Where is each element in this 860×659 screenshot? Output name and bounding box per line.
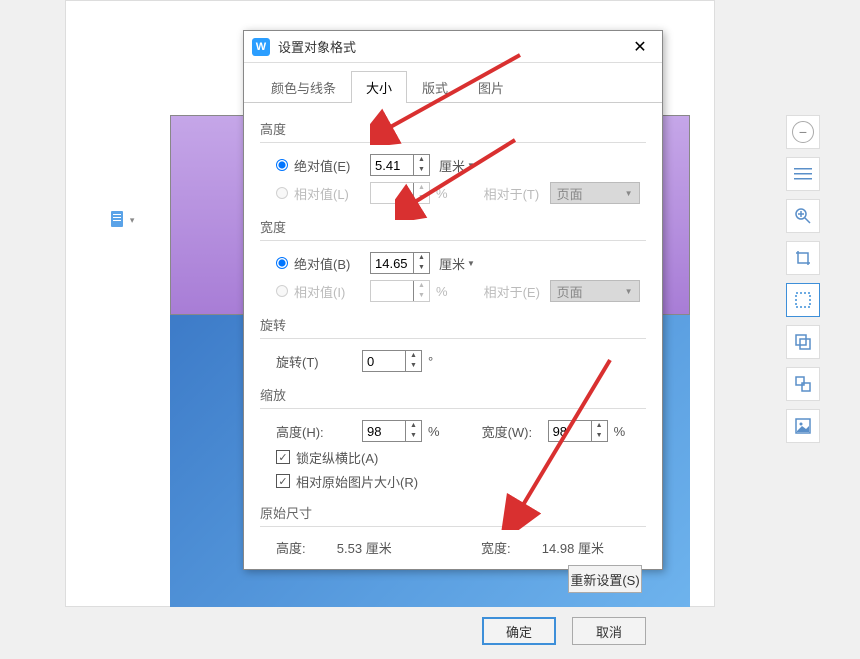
height-relative-input [371, 183, 413, 203]
scale-width-unit: % [614, 424, 626, 439]
height-unit-dropdown[interactable]: 厘米▼ [436, 155, 478, 176]
width-relative-unit: % [436, 284, 448, 299]
zoom-out-button[interactable]: − [786, 115, 820, 149]
spinner-down-icon[interactable]: ▼ [592, 431, 607, 441]
height-relative-spinner: ▲▼ [370, 182, 430, 204]
spinner-up-icon[interactable]: ▲ [414, 155, 429, 165]
image-button[interactable] [786, 409, 820, 443]
width-unit-dropdown[interactable]: 厘米▼ [436, 253, 478, 274]
group-icon [794, 375, 812, 393]
width-relative-input [371, 281, 413, 301]
tab-color[interactable]: 颜色与线条 [256, 71, 351, 103]
original-width-label: 宽度: [481, 538, 542, 557]
original-section-label: 原始尺寸 [260, 503, 646, 522]
copy-icon [794, 333, 812, 351]
width-absolute-spinner[interactable]: ▲▼ [370, 252, 430, 274]
height-absolute-radio[interactable] [276, 159, 288, 171]
width-relative-label: 相对值(I) [294, 282, 364, 301]
scale-height-label: 高度(H): [276, 422, 356, 441]
side-toolbar: − [786, 115, 820, 443]
original-height-label: 高度: [276, 538, 337, 557]
ok-button[interactable]: 确定 [482, 617, 556, 645]
zoom-in-button[interactable] [786, 199, 820, 233]
width-relative-spinner: ▲▼ [370, 280, 430, 302]
width-section-label: 宽度 [260, 217, 646, 236]
tab-bar: 颜色与线条 大小 版式 图片 [244, 63, 662, 103]
scale-width-input[interactable] [549, 421, 591, 441]
format-object-dialog: W 设置对象格式 ✕ 颜色与线条 大小 版式 图片 高度 绝对值(E) ▲▼ 厘… [243, 30, 663, 570]
height-relative-radio [276, 187, 288, 199]
rotation-label: 旋转(T) [276, 352, 356, 371]
rotation-unit: ° [428, 354, 433, 369]
width-relative-to-label: 相对于(E) [484, 282, 544, 301]
rotation-input[interactable] [363, 351, 405, 371]
scale-height-unit: % [428, 424, 440, 439]
reset-button[interactable]: 重新设置(S) [568, 565, 642, 593]
original-height-value: 5.53 厘米 [337, 538, 441, 557]
scale-width-label: 宽度(W): [482, 422, 542, 441]
paragraph-button[interactable] [786, 157, 820, 191]
paragraph-icon [794, 166, 812, 182]
titlebar: W 设置对象格式 ✕ [244, 31, 662, 63]
spinner-up-icon[interactable]: ▲ [406, 421, 421, 431]
copy-button[interactable] [786, 325, 820, 359]
height-section-label: 高度 [260, 119, 646, 138]
rotation-spinner[interactable]: ▲▼ [362, 350, 422, 372]
group-button[interactable] [786, 367, 820, 401]
height-absolute-label: 绝对值(E) [294, 156, 364, 175]
scale-section-label: 缩放 [260, 385, 646, 404]
magnifier-icon [794, 207, 812, 225]
height-absolute-input[interactable] [371, 155, 413, 175]
tab-picture[interactable]: 图片 [463, 71, 519, 103]
dialog-title: 设置对象格式 [278, 37, 626, 56]
width-absolute-input[interactable] [371, 253, 413, 273]
width-relative-to-select: 页面▼ [550, 280, 640, 302]
page-indicator[interactable]: ▾ [110, 210, 134, 228]
tab-layout[interactable]: 版式 [407, 71, 463, 103]
height-relative-unit: % [436, 186, 448, 201]
spinner-down-icon[interactable]: ▼ [406, 361, 421, 371]
original-width-value: 14.98 厘米 [542, 538, 646, 557]
scale-height-spinner[interactable]: ▲▼ [362, 420, 422, 442]
height-relative-to-label: 相对于(T) [484, 184, 544, 203]
crop-button[interactable] [786, 241, 820, 275]
spinner-down-icon[interactable]: ▼ [414, 165, 429, 175]
rel-original-checkbox[interactable]: ✓ [276, 474, 290, 488]
rel-original-label: 相对原始图片大小(R) [296, 472, 418, 491]
width-absolute-label: 绝对值(B) [294, 254, 364, 273]
spinner-down-icon[interactable]: ▼ [414, 263, 429, 273]
spinner-up-icon[interactable]: ▲ [592, 421, 607, 431]
select-icon [794, 291, 812, 309]
width-relative-radio [276, 285, 288, 297]
lock-aspect-checkbox[interactable]: ✓ [276, 450, 290, 464]
spinner-up-icon[interactable]: ▲ [406, 351, 421, 361]
crop-icon [794, 249, 812, 267]
width-absolute-radio[interactable] [276, 257, 288, 269]
chevron-down-icon: ▼ [467, 259, 475, 268]
select-button[interactable] [786, 283, 820, 317]
scale-width-spinner[interactable]: ▲▼ [548, 420, 608, 442]
app-icon: W [252, 38, 270, 56]
rotation-section-label: 旋转 [260, 315, 646, 334]
spinner-up-icon[interactable]: ▲ [414, 253, 429, 263]
chevron-down-icon: ▼ [467, 161, 475, 170]
minus-icon: − [792, 121, 814, 143]
lock-aspect-label: 锁定纵横比(A) [296, 448, 378, 467]
tab-size[interactable]: 大小 [351, 71, 407, 103]
spinner-down-icon[interactable]: ▼ [406, 431, 421, 441]
scale-height-input[interactable] [363, 421, 405, 441]
image-icon [794, 417, 812, 435]
height-relative-to-select: 页面▼ [550, 182, 640, 204]
height-absolute-spinner[interactable]: ▲▼ [370, 154, 430, 176]
height-relative-label: 相对值(L) [294, 184, 364, 203]
cancel-button[interactable]: 取消 [572, 617, 646, 645]
close-button[interactable]: ✕ [626, 33, 654, 61]
